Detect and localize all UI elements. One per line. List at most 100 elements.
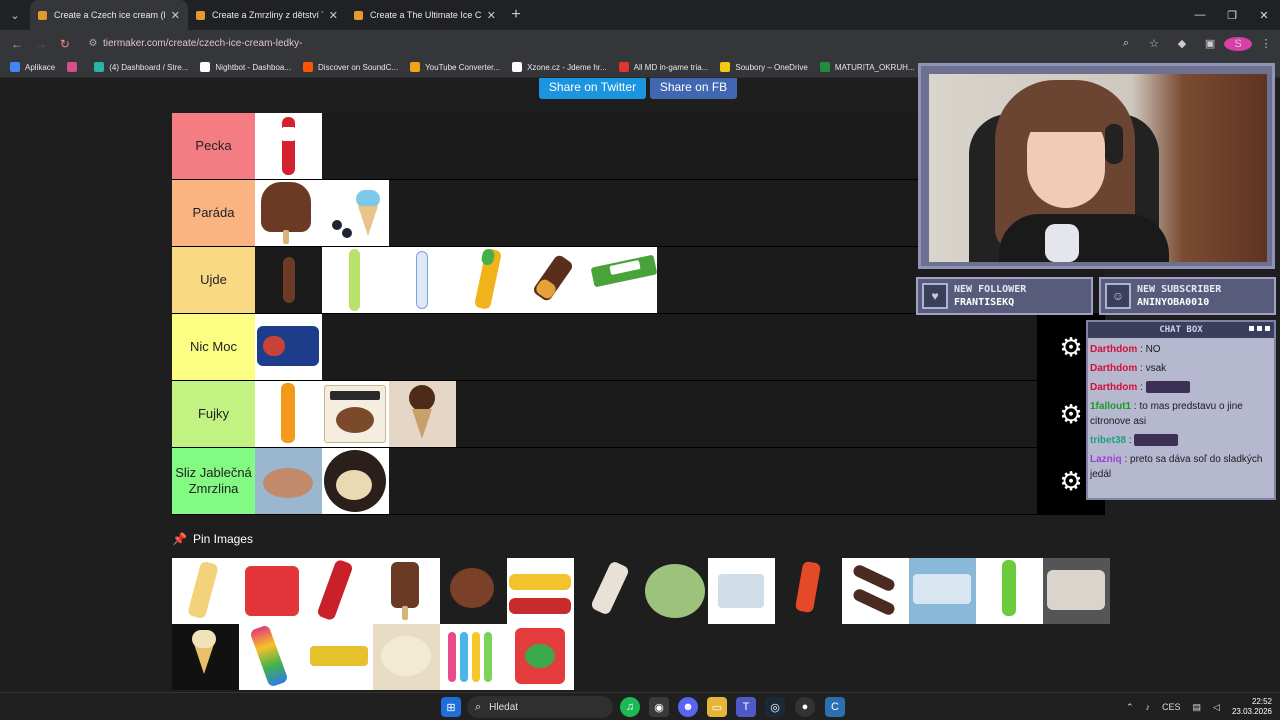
browser-menu-icon[interactable]: ⋮	[1252, 37, 1280, 50]
tab-zmrzliny[interactable]: Create a Zmrzliny z dětství Tier ✕	[188, 0, 346, 30]
ice-cream-item[interactable]	[389, 247, 456, 313]
bookmark-maturita[interactable]: MATURITA_OKRUH...	[819, 62, 915, 72]
ice-cream-item[interactable]	[523, 247, 590, 313]
zoom-icon[interactable]: ⌕	[1112, 37, 1140, 50]
ice-cream-item[interactable]	[306, 624, 373, 690]
bookmark-nightbot[interactable]: Nightbot - Dashboa...	[200, 62, 291, 72]
ice-cream-item[interactable]	[641, 558, 708, 624]
share-fb-button[interactable]: Share on FB	[650, 78, 737, 99]
ice-cream-item[interactable]	[842, 558, 909, 624]
tier-label[interactable]: Ujde	[172, 247, 255, 313]
site-info-icon[interactable]: ⚙	[83, 38, 103, 49]
bookmark-grid[interactable]	[67, 62, 82, 72]
ice-cream-item[interactable]	[322, 180, 389, 246]
ice-cream-item[interactable]	[172, 558, 239, 624]
pin-images-heading[interactable]: 📌 Pin Images	[172, 532, 253, 546]
close-tab-icon[interactable]: ✕	[487, 9, 496, 22]
ice-cream-item[interactable]	[708, 558, 775, 624]
chrome-icon[interactable]: ◉	[649, 697, 669, 717]
url-field[interactable]: ⚙ tiermaker.com/create/czech-ice-cream-l…	[82, 32, 1113, 55]
ice-cream-item[interactable]	[373, 558, 440, 624]
tab-ultimate-ice-cream[interactable]: Create a The Ultimate Ice Cream ✕	[346, 0, 504, 30]
bookmark-dashboard[interactable]: (4) Dashboard / Stre...	[94, 62, 188, 72]
ice-cream-item[interactable]	[306, 558, 373, 624]
ice-cream-item[interactable]	[440, 558, 507, 624]
tiermaker-favicon-icon	[38, 10, 47, 20]
language-indicator[interactable]: CES	[1162, 702, 1181, 712]
chat-messages: Darthdom : NO Darthdom : vsak Darthdom :…	[1088, 338, 1274, 482]
ice-cream-item[interactable]	[1043, 558, 1110, 624]
bookmark-soundcloud[interactable]: Discover on SoundC...	[303, 62, 398, 72]
ice-cream-item[interactable]	[507, 558, 574, 624]
clock[interactable]: 22:52 23.03.2026	[1232, 697, 1272, 717]
close-tab-icon[interactable]: ✕	[329, 9, 338, 22]
ice-cream-item[interactable]	[255, 448, 322, 514]
volume-icon[interactable]: ◁	[1213, 702, 1220, 713]
chat-username: 1fallout1	[1090, 401, 1132, 412]
discord-icon[interactable]: ☻	[678, 697, 698, 717]
ice-cream-item[interactable]	[322, 247, 389, 313]
network-icon[interactable]: ▤	[1193, 702, 1202, 713]
bookmark-star-icon[interactable]: ☆	[1140, 37, 1168, 50]
ice-cream-item[interactable]	[590, 247, 657, 313]
obs-icon[interactable]: ●	[795, 697, 815, 717]
ice-cream-item[interactable]	[239, 558, 306, 624]
ice-cream-item[interactable]	[322, 448, 389, 514]
ice-cream-item[interactable]	[909, 558, 976, 624]
bookmark-youtube-converter[interactable]: YouTube Converter...	[410, 62, 500, 72]
close-window-icon[interactable]: ✕	[1248, 0, 1280, 30]
ice-cream-item[interactable]	[976, 558, 1043, 624]
ice-cream-item[interactable]	[255, 381, 322, 447]
tab-strip: ⌄ Create a Czech ice cream (ledň ✕ Creat…	[0, 0, 1280, 30]
tier-label[interactable]: Pecka	[172, 113, 255, 179]
taskbar-search[interactable]: ⌕ Hledat	[467, 696, 613, 718]
ice-cream-item[interactable]	[172, 624, 239, 690]
ice-cream-item[interactable]	[255, 247, 322, 313]
ice-cream-item[interactable]	[373, 624, 440, 690]
bookmark-md-triangles[interactable]: All MD in-game tria...	[618, 62, 708, 72]
tier-label[interactable]: Sliz Jablečná Zmrzlina	[172, 448, 255, 514]
ice-cream-item[interactable]	[255, 314, 322, 380]
streamlabs-icon	[94, 62, 105, 72]
tab-search-icon[interactable]: ⌄	[0, 0, 30, 30]
reload-button[interactable]: ↻	[53, 30, 77, 57]
file-explorer-icon[interactable]: ▭	[707, 697, 727, 717]
bookmark-xzone[interactable]: Xzone.cz - Jdeme hr...	[512, 62, 607, 72]
close-tab-icon[interactable]: ✕	[171, 9, 180, 22]
ice-cream-item[interactable]	[440, 624, 507, 690]
app-icon[interactable]: C	[825, 697, 845, 717]
ice-cream-item[interactable]	[574, 558, 641, 624]
apps-grid-icon	[10, 62, 20, 72]
extension-icon[interactable]: ◆	[1168, 37, 1196, 50]
tier-label[interactable]: Nic Moc	[172, 314, 255, 380]
ice-cream-item[interactable]	[507, 624, 574, 690]
tab-czech-ice-cream[interactable]: Create a Czech ice cream (ledň ✕	[30, 0, 188, 30]
back-button[interactable]: ←	[5, 30, 29, 57]
profile-avatar[interactable]: S	[1224, 36, 1253, 51]
ice-cream-item[interactable]	[456, 247, 523, 313]
start-menu-icon[interactable]: ⊞	[441, 697, 461, 717]
ice-cream-item[interactable]	[255, 113, 322, 179]
minimize-icon[interactable]: —	[1184, 0, 1216, 30]
restore-icon[interactable]: ❐	[1216, 0, 1248, 30]
tier-label[interactable]: Paráda	[172, 180, 255, 246]
share-twitter-button[interactable]: Share on Twitter	[539, 78, 646, 99]
ice-cream-item[interactable]	[239, 624, 306, 690]
steam-icon[interactable]: ◎	[765, 697, 785, 717]
spotify-icon[interactable]: ♫	[620, 697, 640, 717]
bookmark-onedrive[interactable]: Soubory – OneDrive	[720, 62, 808, 72]
teams-icon[interactable]: T	[736, 697, 756, 717]
ice-cream-item[interactable]	[775, 558, 842, 624]
microphone-icon[interactable]: ♪	[1146, 702, 1151, 712]
ice-cream-item[interactable]	[389, 381, 456, 447]
extensions-puzzle-icon[interactable]: ▣	[1196, 37, 1224, 50]
ice-cream-item[interactable]	[322, 381, 389, 447]
tray-chevron-icon[interactable]: ⌃	[1126, 702, 1134, 713]
chat-message: Darthdom :	[1090, 380, 1272, 395]
new-tab-button[interactable]: +	[504, 0, 528, 30]
tier-label[interactable]: Fujky	[172, 381, 255, 447]
stream-overlay: ♥ NEW FOLLOWER FRANTISEKQ ☺ NEW SUBSCRIB…	[914, 58, 1280, 508]
forward-button[interactable]: →	[29, 30, 53, 57]
ice-cream-item[interactable]	[255, 180, 322, 246]
bookmark-apps[interactable]: Aplikace	[10, 62, 55, 72]
